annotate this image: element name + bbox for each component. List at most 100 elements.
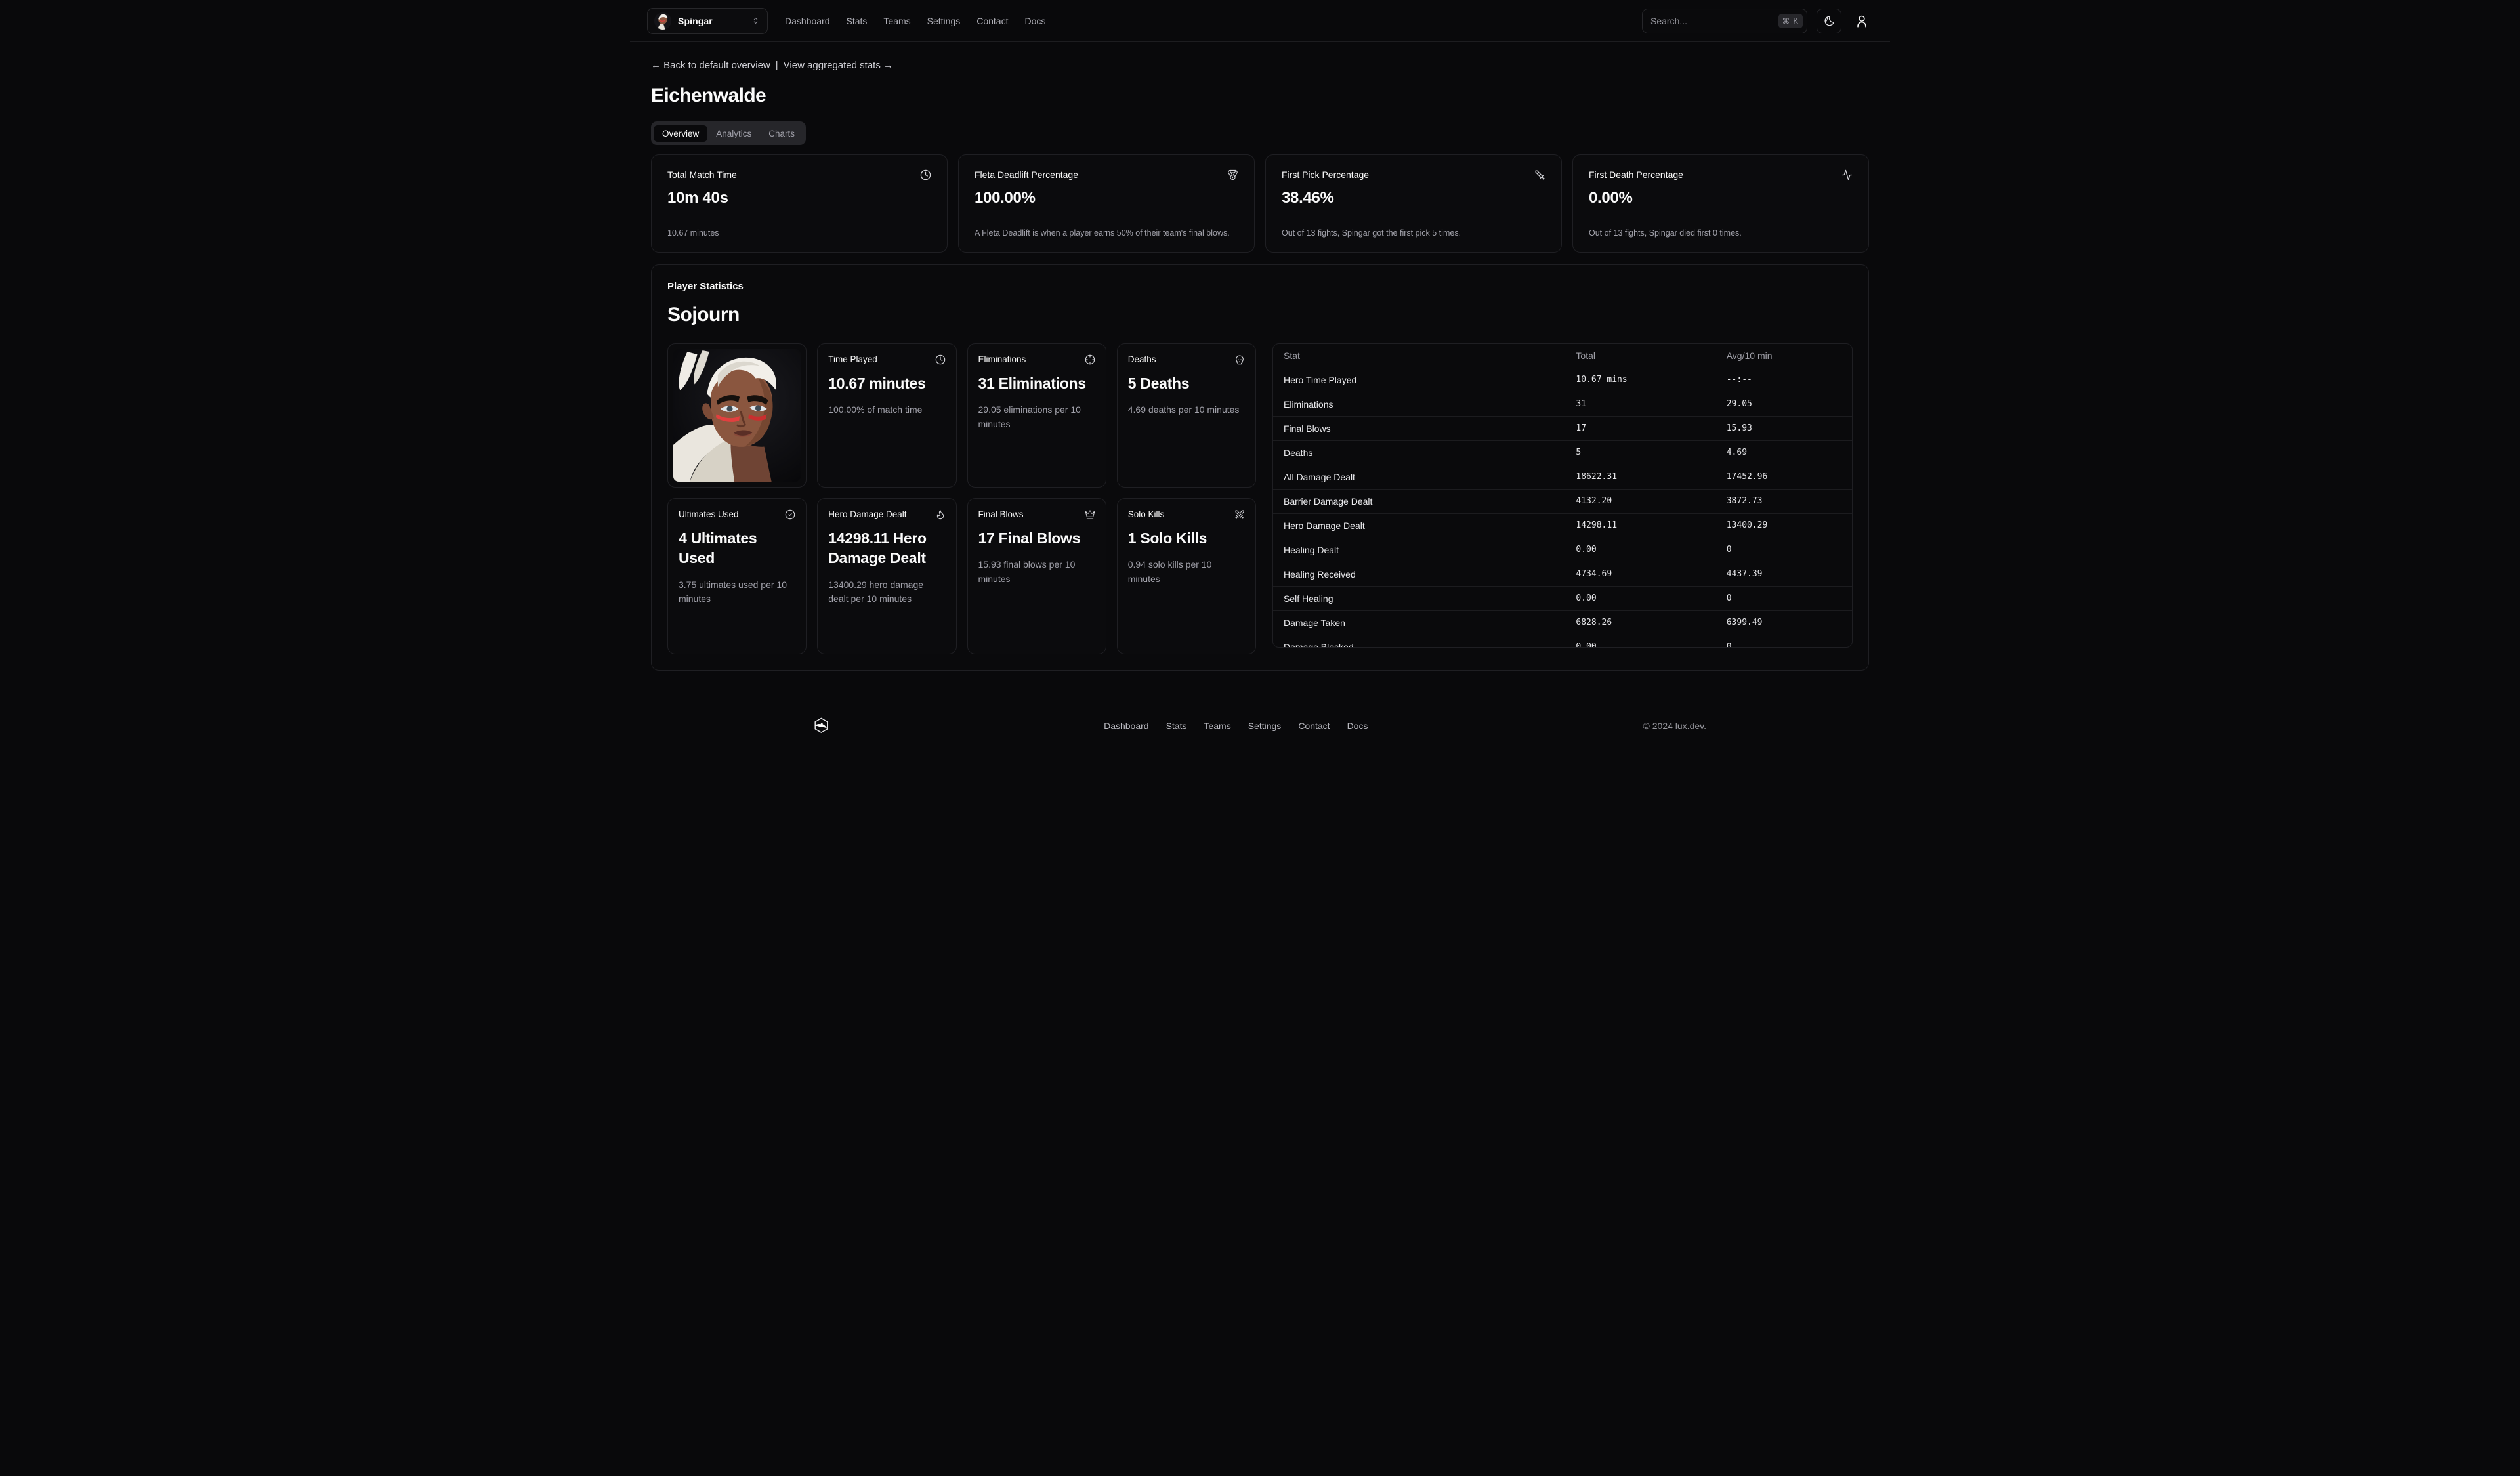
card-title: Total Match Time xyxy=(667,169,737,180)
skull-icon xyxy=(1234,354,1245,365)
hero-name: Sojourn xyxy=(667,304,1853,326)
search-input[interactable] xyxy=(1650,16,1778,26)
card-solo-kills: Solo Kills 1 Solo Kills 0.94 solo kills … xyxy=(1117,498,1256,654)
nav-link[interactable]: Docs xyxy=(1024,16,1045,26)
card-description: 29.05 eliminations per 10 minutes xyxy=(978,403,1095,431)
card-final-blows: Final Blows 17 Final Blows 15.93 final b… xyxy=(967,498,1106,654)
nav-link[interactable]: Stats xyxy=(847,16,868,26)
column-header-stat: Stat xyxy=(1273,344,1565,368)
player-statistics-section: Player Statistics Sojourn xyxy=(651,264,1869,671)
card-value: 5 Deaths xyxy=(1128,373,1245,393)
card-first-death: First Death Percentage 0.00% Out of 13 f… xyxy=(1572,154,1869,253)
search-shortcut-badge: ⌘ K xyxy=(1778,14,1803,28)
footer-nav-link[interactable]: Stats xyxy=(1166,721,1187,731)
footer-nav-link[interactable]: Teams xyxy=(1204,721,1230,731)
stat-total-cell: 31 xyxy=(1565,392,1715,416)
card-fleta-deadlift: Fleta Deadlift Percentage 100.00% A Flet… xyxy=(958,154,1255,253)
stat-name-cell: All Damage Dealt xyxy=(1273,465,1565,489)
sojourn-portrait-image xyxy=(673,349,801,482)
nav-link[interactable]: Settings xyxy=(927,16,961,26)
table-row: Healing Received 4734.69 4437.39 xyxy=(1273,562,1852,586)
stat-name-cell: Healing Received xyxy=(1273,562,1565,586)
hero-portrait-card xyxy=(667,343,807,488)
clock-icon xyxy=(935,354,946,365)
card-value: 38.46% xyxy=(1282,189,1545,207)
stat-total-cell: 5 xyxy=(1565,440,1715,465)
player-selector-value: Spingar xyxy=(678,16,713,26)
table-row: Hero Damage Dealt 14298.11 13400.29 xyxy=(1273,513,1852,538)
tab-charts[interactable]: Charts xyxy=(760,125,803,142)
card-title: Final Blows xyxy=(978,509,1024,519)
card-total-match-time: Total Match Time 10m 40s 10.67 minutes xyxy=(651,154,948,253)
stat-name-cell: Eliminations xyxy=(1273,392,1565,416)
account-button[interactable] xyxy=(1851,9,1873,33)
nav-link[interactable]: Dashboard xyxy=(785,16,830,26)
card-description: 0.94 solo kills per 10 minutes xyxy=(1128,558,1245,586)
stat-avg-cell: 0 xyxy=(1716,635,1852,648)
footer-nav-link[interactable]: Dashboard xyxy=(1104,721,1149,731)
card-value: 10.67 minutes xyxy=(828,373,945,393)
card-title: First Death Percentage xyxy=(1589,169,1683,180)
player-avatar xyxy=(654,12,671,30)
top-navigation-bar: Spingar Dashboard Stats Teams Settings C… xyxy=(630,0,1890,42)
card-title: Fleta Deadlift Percentage xyxy=(975,169,1078,180)
tab-analytics[interactable]: Analytics xyxy=(707,125,760,142)
table-row: Healing Dealt 0.00 0 xyxy=(1273,538,1852,562)
stat-total-cell: 10.67 mins xyxy=(1565,368,1715,392)
card-value: 4 Ultimates Used xyxy=(679,528,795,568)
footer-nav-link[interactable]: Contact xyxy=(1298,721,1330,731)
clock-icon xyxy=(920,169,931,180)
view-aggregated-stats-link[interactable]: View aggregated stats → xyxy=(784,60,893,71)
card-description: 100.00% of match time xyxy=(828,403,945,417)
card-description: 10.67 minutes xyxy=(667,228,931,239)
card-title: First Pick Percentage xyxy=(1282,169,1369,180)
table-header-row: Stat Total Avg/10 min xyxy=(1273,344,1852,368)
stat-name-cell: Damage Blocked xyxy=(1273,635,1565,648)
stat-avg-cell: 17452.96 xyxy=(1716,465,1852,489)
tab-bar: Overview Analytics Charts xyxy=(651,121,806,145)
card-description: 4.69 deaths per 10 minutes xyxy=(1128,403,1245,417)
stat-total-cell: 4132.20 xyxy=(1565,489,1715,513)
card-value: 1 Solo Kills xyxy=(1128,528,1245,548)
nav-link[interactable]: Teams xyxy=(883,16,910,26)
card-description: 3.75 ultimates used per 10 minutes xyxy=(679,578,795,606)
card-description: Out of 13 fights, Spingar died first 0 t… xyxy=(1589,228,1853,239)
copyright: © 2024 lux.dev. xyxy=(1643,721,1706,731)
back-to-overview-link[interactable]: ← Back to default overview xyxy=(651,60,770,71)
table-row: Damage Blocked 0.00 0 xyxy=(1273,635,1852,648)
card-value: 10m 40s xyxy=(667,189,931,207)
chevrons-up-down-icon xyxy=(751,16,761,26)
stat-name-cell: Self Healing xyxy=(1273,586,1565,610)
player-selector[interactable]: Spingar xyxy=(647,8,768,34)
card-time-played: Time Played 10.67 minutes 100.00% of mat… xyxy=(817,343,956,488)
column-header-total: Total xyxy=(1565,344,1715,368)
stat-name-cell: Damage Taken xyxy=(1273,610,1565,635)
stat-name-cell: Hero Time Played xyxy=(1273,368,1565,392)
stat-avg-cell: 13400.29 xyxy=(1716,513,1852,538)
stat-total-cell: 0.00 xyxy=(1565,635,1715,648)
card-value: 100.00% xyxy=(975,189,1238,207)
nav-link[interactable]: Contact xyxy=(976,16,1008,26)
table-row: Eliminations 31 29.05 xyxy=(1273,392,1852,416)
footer-nav-link[interactable]: Settings xyxy=(1248,721,1282,731)
stat-name-cell: Deaths xyxy=(1273,440,1565,465)
stat-total-cell: 17 xyxy=(1565,416,1715,440)
stat-name-cell: Hero Damage Dealt xyxy=(1273,513,1565,538)
stat-name-cell: Healing Dealt xyxy=(1273,538,1565,562)
stat-avg-cell: 29.05 xyxy=(1716,392,1852,416)
card-value: 0.00% xyxy=(1589,189,1853,207)
stat-total-cell: 0.00 xyxy=(1565,586,1715,610)
main-nav: Dashboard Stats Teams Settings Contact D… xyxy=(785,16,1045,26)
summary-cards: Total Match Time 10m 40s 10.67 minutes F… xyxy=(651,154,1869,253)
tab-overview[interactable]: Overview xyxy=(654,125,707,142)
footer-nav-link[interactable]: Docs xyxy=(1347,721,1368,731)
check-circle-icon xyxy=(785,509,795,520)
crossed-swords-icon xyxy=(1234,509,1245,520)
hero-stats-table[interactable]: Stat Total Avg/10 min Hero Time Played 1… xyxy=(1272,343,1853,648)
card-hero-damage-dealt: Hero Damage Dealt 14298.11 Hero Damage D… xyxy=(817,498,956,654)
theme-toggle-button[interactable] xyxy=(1816,9,1841,33)
lux-shield-logo xyxy=(814,717,829,734)
breadcrumb: ← Back to default overview | View aggreg… xyxy=(651,60,1869,71)
card-first-pick: First Pick Percentage 38.46% Out of 13 f… xyxy=(1265,154,1562,253)
main-content: ← Back to default overview | View aggreg… xyxy=(651,60,1869,671)
